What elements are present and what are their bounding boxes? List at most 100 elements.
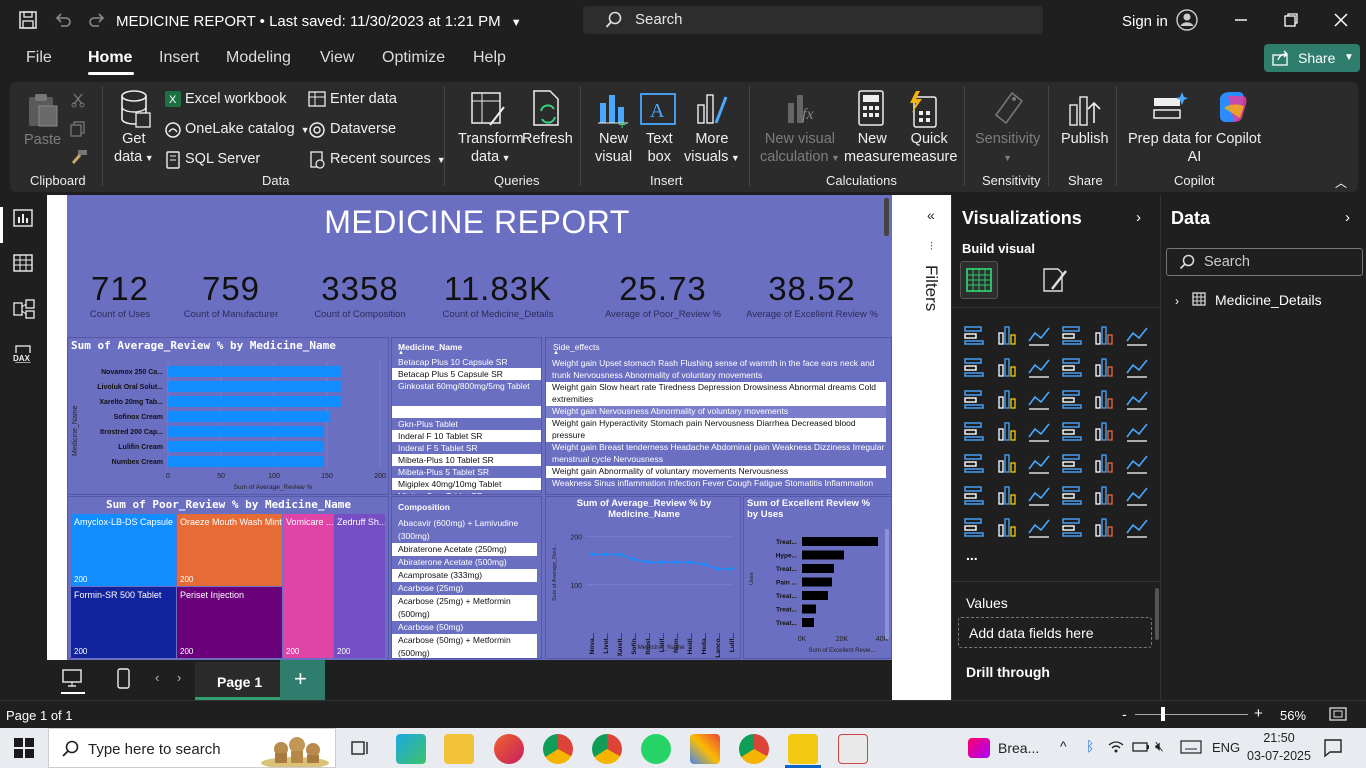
- excel-workbook-button[interactable]: Excel workbook: [185, 91, 287, 107]
- menu-help[interactable]: Help: [473, 49, 506, 67]
- table-row[interactable]: Mibeta-Plus 5 Tablet SR: [392, 466, 541, 478]
- close-icon[interactable]: [1333, 12, 1349, 28]
- kpi-average-poor-review[interactable]: 25.73: [588, 270, 738, 308]
- bluetooth-icon[interactable]: ᛒ: [1086, 738, 1094, 754]
- python-visual-icon[interactable]: [962, 483, 988, 509]
- zoom-out-button[interactable]: -: [1122, 706, 1127, 722]
- edge-browser-icon[interactable]: [396, 734, 426, 764]
- funnel-icon[interactable]: [1027, 387, 1053, 413]
- scatter-icon[interactable]: [1060, 387, 1086, 413]
- arrows-icon[interactable]: [1125, 515, 1151, 541]
- sensitivity-icon[interactable]: [990, 89, 1026, 129]
- zoom-slider-track[interactable]: [1135, 714, 1248, 715]
- area-icon[interactable]: [995, 355, 1021, 381]
- stacked-column-icon[interactable]: [995, 323, 1021, 349]
- keyboard-icon[interactable]: [1180, 740, 1202, 754]
- stacked-area-icon[interactable]: [1027, 355, 1053, 381]
- kpi-count-of-medicine-details[interactable]: 11.83K: [423, 270, 573, 308]
- transform-data-button[interactable]: Transform data ▼: [458, 130, 524, 167]
- composition-table[interactable]: Composition Abacavir (600mg) + Lamivudin…: [391, 496, 542, 659]
- new-visual-button[interactable]: New visual: [595, 130, 632, 166]
- pie-icon[interactable]: [1092, 387, 1118, 413]
- donut-icon[interactable]: [1125, 387, 1151, 413]
- column-chart-icon[interactable]: [995, 387, 1021, 413]
- report-view-icon[interactable]: [13, 209, 33, 227]
- treemap-icon[interactable]: [962, 419, 988, 445]
- clustered-column-icon[interactable]: [1060, 323, 1086, 349]
- key-influencers-icon[interactable]: [995, 483, 1021, 509]
- wifi-icon[interactable]: [1108, 740, 1124, 754]
- data-search-input[interactable]: Search: [1166, 248, 1363, 276]
- table-row[interactable]: Weight gain Abnormality of voluntary mov…: [546, 466, 886, 478]
- 100-stacked-bar-icon[interactable]: [1092, 323, 1118, 349]
- table-row[interactable]: Inderal F 5 Tablet SR: [392, 442, 541, 454]
- table-row[interactable]: [392, 406, 541, 418]
- table-row[interactable]: Migiplex 40mg/10mg Tablet: [392, 478, 541, 490]
- task-view-icon[interactable]: [350, 739, 370, 757]
- kpi-icon[interactable]: [995, 451, 1021, 477]
- text-box-button[interactable]: Text box: [646, 130, 673, 166]
- format-painter-icon[interactable]: [70, 149, 88, 165]
- mobile-layout-icon[interactable]: [117, 668, 131, 690]
- smart-narrative-icon[interactable]: [1092, 483, 1118, 509]
- add-page-button[interactable]: +: [280, 660, 325, 700]
- menu-home[interactable]: Home: [88, 49, 132, 67]
- 100-stacked-column-icon[interactable]: [1125, 323, 1151, 349]
- table-row[interactable]: Ginkostat 60mg/800mg/5mg Tablet: [392, 380, 541, 406]
- chrome-second-icon[interactable]: [739, 734, 769, 764]
- prep-data-icon[interactable]: [1152, 90, 1188, 126]
- filters-label[interactable]: Filters: [921, 265, 941, 311]
- bar-chart-average-review[interactable]: Sum of Average_Review % by Medicine_Name…: [67, 337, 389, 495]
- line-icon[interactable]: [962, 355, 988, 381]
- file-explorer-icon[interactable]: [444, 734, 474, 764]
- bar-chart-excellent-review-by-uses[interactable]: Sum of Excellent Review % by Uses Treat.…: [743, 496, 892, 659]
- redo-icon[interactable]: [87, 10, 107, 30]
- gauge-icon[interactable]: [1092, 419, 1118, 445]
- model-view-icon[interactable]: [13, 299, 35, 319]
- waterfall-icon[interactable]: [962, 387, 988, 413]
- volume-muted-icon[interactable]: 🔇︎: [1155, 738, 1164, 755]
- database-icon[interactable]: [118, 89, 152, 129]
- quick-measure-button[interactable]: Quick measure: [901, 130, 957, 166]
- prep-data-copilot-button[interactable]: Prep data for Copilot AI: [1128, 130, 1261, 166]
- table-row[interactable]: Betacap Plus 10 Capsule SR: [392, 356, 541, 368]
- filled-map-icon[interactable]: [1027, 419, 1053, 445]
- visual-calculation-icon[interactable]: fx: [784, 89, 820, 129]
- expand-pane-icon[interactable]: ›: [1136, 209, 1141, 226]
- more-visuals-icon[interactable]: [694, 89, 730, 129]
- treemap-cell[interactable]: Vomicare ... 200: [283, 514, 334, 659]
- app-icon[interactable]: [690, 734, 720, 764]
- restore-icon[interactable]: [1283, 12, 1299, 28]
- collapse-filters-icon[interactable]: «: [927, 207, 935, 223]
- menu-insert[interactable]: Insert: [159, 49, 199, 67]
- r-visual-icon[interactable]: [1125, 451, 1151, 477]
- clustered-bar-icon[interactable]: [1027, 323, 1053, 349]
- map-icon[interactable]: [995, 419, 1021, 445]
- line-chart-average-review[interactable]: Sum of Average_Review % by Medicine_Name…: [545, 496, 741, 659]
- more-visuals-button[interactable]: More visuals ▼: [684, 130, 740, 167]
- power-apps-icon[interactable]: [995, 515, 1021, 541]
- decomposition-tree-icon[interactable]: [1027, 483, 1053, 509]
- language-indicator[interactable]: ENG: [1212, 740, 1240, 755]
- undo-icon[interactable]: [53, 10, 73, 30]
- snipping-tool-icon[interactable]: [838, 734, 868, 764]
- expand-pane-icon[interactable]: ›: [1345, 209, 1350, 226]
- table-row[interactable]: Gkn-Plus Tablet: [392, 418, 541, 430]
- paste-icon[interactable]: [25, 92, 59, 128]
- chrome-icon[interactable]: [543, 734, 573, 764]
- global-search[interactable]: Search: [583, 6, 1043, 34]
- ribbon-icon[interactable]: [1060, 355, 1086, 381]
- table-row[interactable]: Inderal F 10 Tablet SR: [392, 430, 541, 442]
- side-effects-table[interactable]: Side_effects ▲ Weight gain Upset stomach…: [545, 337, 892, 495]
- azure-map-icon[interactable]: [1060, 419, 1086, 445]
- treemap-cell[interactable]: Amyclox-LB-DS Capsule 200: [71, 514, 177, 587]
- taskbar-search-box[interactable]: Type here to search: [48, 728, 336, 768]
- treemap-cell[interactable]: Formin-SR 500 Tablet 200: [71, 587, 177, 659]
- whatsapp-icon[interactable]: [641, 734, 671, 764]
- dataverse-button[interactable]: Dataverse: [330, 121, 396, 137]
- matrix-icon[interactable]: [1092, 451, 1118, 477]
- copy-icon[interactable]: [70, 121, 86, 137]
- table-row[interactable]: Betacap Plus 5 Capsule SR: [392, 368, 541, 380]
- treemap-cell[interactable]: Oraeze Mouth Wash Mint 200: [177, 514, 283, 587]
- transform-data-icon[interactable]: [470, 89, 506, 129]
